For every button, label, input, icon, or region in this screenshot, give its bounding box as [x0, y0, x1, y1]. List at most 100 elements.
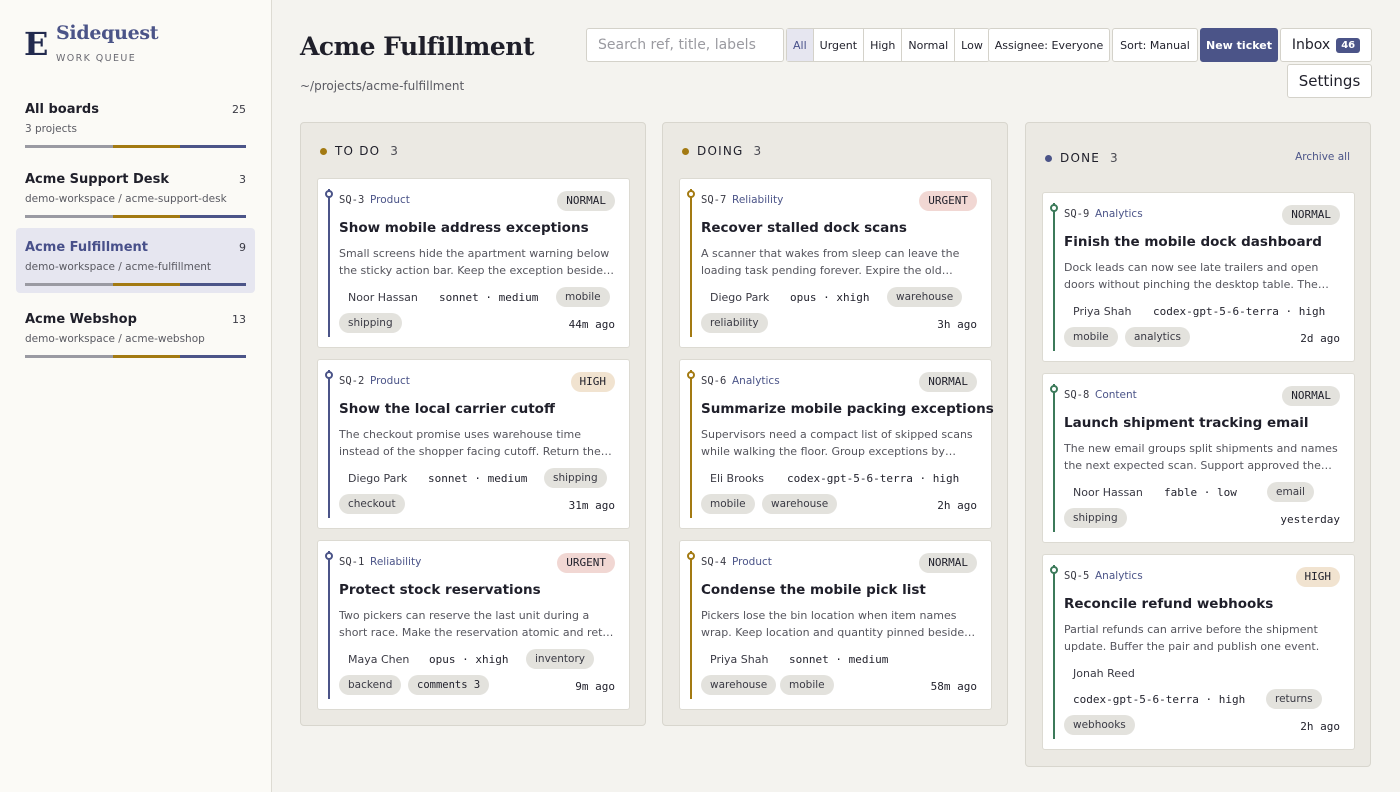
ticket-card[interactable]: SQ-1 Reliability URGENT Protect stock re… — [317, 540, 630, 710]
ticket-tag[interactable]: shipping — [1064, 508, 1127, 528]
ticket-model: sonnet · medium — [439, 291, 539, 304]
brand-name: Sidequest — [56, 22, 159, 44]
ticket-tag[interactable]: warehouse — [762, 494, 838, 514]
ticket-age: 2h ago — [937, 499, 977, 512]
ticket-assignee: Diego Park — [710, 291, 770, 304]
priority-badge: URGENT — [919, 191, 977, 211]
ticket-card[interactable]: SQ-2 Product HIGH Show the local carrier… — [317, 359, 630, 529]
ticket-tag[interactable]: mobile — [1064, 327, 1118, 347]
priority-badge: URGENT — [557, 553, 615, 573]
ticket-model: sonnet · medium — [428, 472, 528, 485]
ticket-tag[interactable]: email — [1267, 482, 1314, 502]
status-dot-icon — [320, 147, 327, 155]
ticket-tag[interactable]: shipping — [544, 468, 607, 488]
settings-button[interactable]: Settings — [1287, 64, 1372, 98]
ticket-tag[interactable]: returns — [1266, 689, 1322, 709]
ticket-tag[interactable]: analytics — [1125, 327, 1190, 347]
ticket-ref: SQ-9 — [1064, 208, 1090, 220]
rail-dot-icon — [687, 190, 695, 198]
ticket-tag[interactable]: inventory — [526, 649, 594, 669]
ticket-age: 2h ago — [1300, 720, 1340, 733]
ticket-description: Partial refunds can arrive before the sh… — [1064, 623, 1320, 653]
ticket-description: The new email groups split shipments and… — [1064, 442, 1338, 472]
rail-dot-icon — [325, 190, 333, 198]
ticket-card[interactable]: SQ-7 Reliability URGENT Recover stalled … — [679, 178, 992, 348]
ticket-description: Supervisors need a compact list of skipp… — [701, 428, 973, 458]
assignee-filter-button[interactable]: Assignee: Everyone — [988, 28, 1110, 62]
column-header: DOING 3 — [682, 144, 762, 158]
board-acme-support-desk[interactable]: Acme Support Desk 3 demo-workspace / acm… — [16, 162, 255, 227]
board-acme-fulfillment[interactable]: Acme Fulfillment 9 demo-workspace / acme… — [16, 228, 255, 293]
ticket-tag[interactable]: checkout — [339, 494, 405, 514]
ticket-ref: SQ-4 — [701, 556, 727, 568]
ticket-card[interactable]: SQ-3 Product NORMAL Show mobile address … — [317, 178, 630, 348]
card-rail — [1053, 384, 1055, 532]
board-progress-bar — [25, 215, 246, 218]
inbox-button[interactable]: Inbox 46 — [1280, 28, 1372, 62]
ticket-ref: SQ-5 — [1064, 570, 1090, 582]
board-all-boards[interactable]: All boards 25 3 projects — [16, 92, 255, 157]
ticket-age: yesterday — [1280, 513, 1340, 526]
sidebar: E Sidequest WORK QUEUE All boards 25 3 p… — [0, 0, 272, 792]
comments-badge[interactable]: comments 3 — [408, 675, 490, 695]
ticket-category: Analytics — [1095, 570, 1143, 582]
logo-icon: E — [24, 25, 49, 63]
ticket-assignee: Priya Shah — [1073, 305, 1132, 318]
card-rail — [1053, 565, 1055, 739]
rail-dot-icon — [687, 371, 695, 379]
ticket-title: Protect stock reservations — [339, 582, 541, 598]
ticket-age: 31m ago — [568, 499, 615, 512]
board-acme-webshop[interactable]: Acme Webshop 13 demo-workspace / acme-we… — [16, 302, 255, 367]
ticket-category: Product — [370, 375, 410, 387]
card-rail — [690, 189, 692, 337]
ticket-title: Summarize mobile packing exceptions — [701, 401, 994, 417]
ticket-category: Reliability — [370, 556, 422, 568]
ticket-card[interactable]: SQ-9 Analytics NORMAL Finish the mobile … — [1042, 192, 1355, 362]
ticket-tag[interactable]: mobile — [780, 675, 834, 695]
ticket-title: Launch shipment tracking email — [1064, 415, 1309, 431]
priority-badge: NORMAL — [919, 372, 977, 392]
ticket-category: Analytics — [732, 375, 780, 387]
priority-badge: NORMAL — [1282, 205, 1340, 225]
ticket-age: 58m ago — [930, 680, 977, 693]
ticket-category: Reliability — [732, 194, 784, 206]
card-rail — [328, 370, 330, 518]
ticket-title: Show the local carrier cutoff — [339, 401, 555, 417]
ticket-description: Pickers lose the bin location when item … — [701, 609, 965, 639]
filter-urgent-button[interactable]: Urgent — [812, 29, 863, 61]
ticket-description: The checkout promise uses warehouse time… — [339, 428, 601, 458]
ticket-tag[interactable]: mobile — [701, 494, 755, 514]
ticket-card[interactable]: SQ-5 Analytics HIGH Reconcile refund web… — [1042, 554, 1355, 750]
ticket-card[interactable]: SQ-8 Content NORMAL Launch shipment trac… — [1042, 373, 1355, 543]
ticket-card[interactable]: SQ-6 Analytics NORMAL Summarize mobile p… — [679, 359, 994, 529]
ticket-ref: SQ-7 — [701, 194, 727, 206]
ticket-card[interactable]: SQ-4 Product NORMAL Condense the mobile … — [679, 540, 992, 710]
ticket-description: Dock leads can now see late trailers and… — [1064, 261, 1319, 291]
ticket-tag[interactable]: mobile — [556, 287, 610, 307]
search-input[interactable] — [586, 28, 784, 62]
filter-low-button[interactable]: Low — [954, 29, 989, 61]
inbox-count-badge: 46 — [1336, 38, 1361, 53]
ticket-tag[interactable]: backend — [339, 675, 402, 695]
ticket-tag[interactable]: warehouse — [887, 287, 963, 307]
archive-all-link[interactable]: Archive all — [1295, 151, 1350, 163]
priority-filter: All Urgent High Normal Low — [786, 28, 990, 62]
ticket-tag[interactable]: warehouse — [701, 675, 777, 695]
ticket-tag[interactable]: reliability — [701, 313, 768, 333]
ticket-tag[interactable]: shipping — [339, 313, 402, 333]
column-done: DONE 3 Archive all SQ-9 Analytics NORMAL… — [1025, 122, 1371, 767]
filter-normal-button[interactable]: Normal — [901, 29, 954, 61]
sort-button[interactable]: Sort: Manual — [1112, 28, 1198, 62]
board-count: 9 — [239, 241, 246, 254]
ticket-category: Product — [732, 556, 772, 568]
ticket-age: 3h ago — [937, 318, 977, 331]
ticket-assignee: Noor Hassan — [1073, 486, 1143, 499]
new-ticket-button[interactable]: New ticket — [1200, 28, 1278, 62]
board-progress-bar — [25, 145, 246, 148]
ticket-tag[interactable]: webhooks — [1064, 715, 1135, 735]
ticket-age: 44m ago — [568, 318, 615, 331]
ticket-assignee: Maya Chen — [348, 653, 410, 666]
filter-high-button[interactable]: High — [863, 29, 901, 61]
brand[interactable]: E Sidequest WORK QUEUE — [24, 22, 254, 66]
filter-all-button[interactable]: All — [787, 29, 813, 61]
